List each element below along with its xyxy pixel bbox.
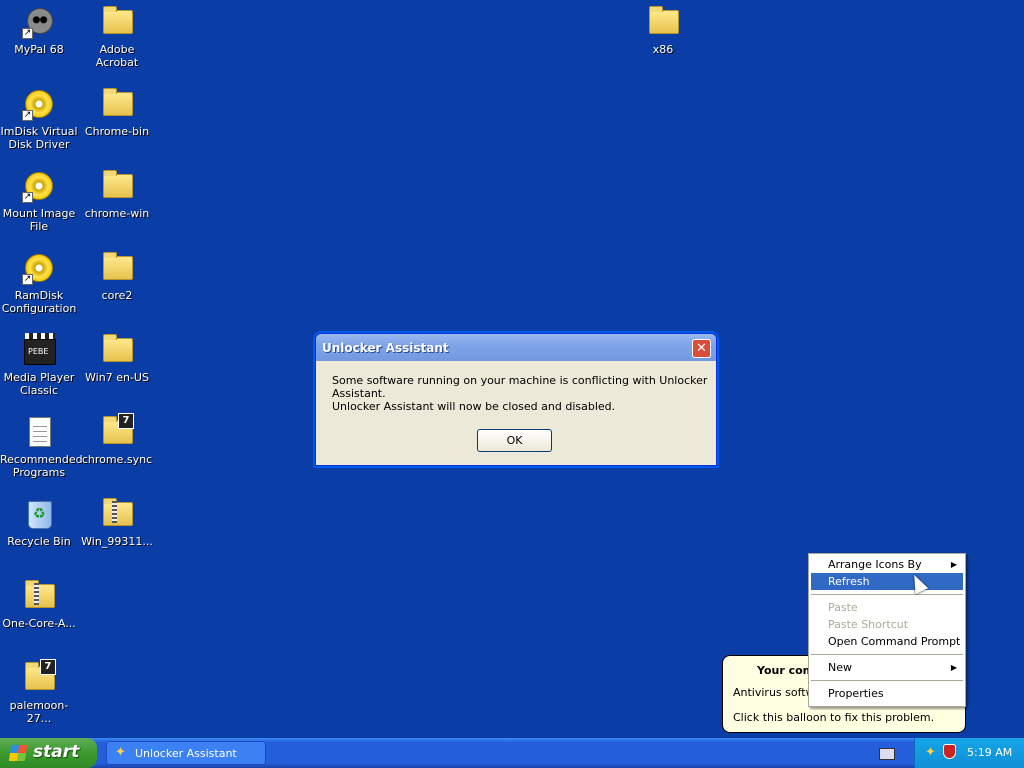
document-icon [22,415,56,449]
desktop-icon-label: MyPal 68 [14,43,64,56]
menu-item-paste-shortcut: Paste Shortcut [811,616,963,633]
menu-item-paste: Paste [811,599,963,616]
desktop-icon-label: Mount Image File [2,207,76,233]
desktop-icon-ramdisk[interactable]: ↗ RamDisk Configuration [0,249,78,315]
system-tray: ✦ 5:19 AM [914,738,1024,768]
menu-item-label: Paste [828,601,858,614]
raccoon-icon: ↗ [22,5,56,39]
desktop-icon-one-core[interactable]: One-Core-A... [0,577,78,630]
desktop-icon-label: Recommended Programs [0,453,83,479]
desktop-icon-label: Media Player Classic [3,371,75,397]
desktop-icon-label: chrome.sync [81,453,153,466]
desktop-icon-label: Win7 en-US [85,371,149,384]
desktop-icon-label: Adobe Acrobat [95,43,139,69]
desktop-icon-chrome-sync[interactable]: 7 chrome.sync [78,413,156,466]
desktop-icon-label: core2 [101,289,133,302]
desktop-icon-core2[interactable]: core2 [78,249,156,302]
taskbar-button-unlocker-assistant[interactable]: ✦ Unlocker Assistant [106,741,266,765]
desktop-icon-chrome-bin[interactable]: Chrome-bin [78,85,156,138]
dialog-titlebar[interactable]: Unlocker Assistant ✕ [316,334,716,361]
taskbar-button-label: Unlocker Assistant [135,747,237,760]
folder-icon [100,87,134,121]
desktop-icon-recycle-bin[interactable]: Recycle Bin [0,495,78,548]
folder-icon [100,169,134,203]
balloon-text-fix: Click this balloon to fix this problem. [733,711,935,724]
close-icon[interactable]: ✕ [692,339,711,358]
menu-item-label: Open Command Prompt [828,635,961,648]
menu-item-label: Paste Shortcut [828,618,909,631]
desktop-icon-label: One-Core-A... [2,617,76,630]
desktop-icon-label: Win_99311... [81,535,153,548]
desktop[interactable]: ↗ MyPal 68 Adobe Acrobat x86 ↗ ImDisk Vi… [0,0,1024,738]
desktop-icon-label: x86 [652,43,674,56]
desktop-icon-label: ImDisk Virtual Disk Driver [0,125,78,151]
menu-item-refresh[interactable]: Refresh [811,573,963,590]
desktop-icon-x86[interactable]: x86 [624,3,702,56]
submenu-arrow-icon: ▶ [950,663,957,672]
submenu-arrow-icon: ▶ [950,560,957,569]
start-button[interactable]: start [0,738,97,768]
wand-icon: ✦ [115,745,126,760]
desktop-icon-label: Chrome-bin [84,125,150,138]
menu-item-arrange-icons-by[interactable]: Arrange Icons By ▶ [811,556,963,573]
shortcut-arrow-icon: ↗ [22,192,33,203]
menu-separator [811,594,963,595]
menu-item-properties[interactable]: Properties [811,685,963,702]
desktop-icon-mypal[interactable]: ↗ MyPal 68 [0,3,78,56]
menu-item-label: Arrange Icons By [828,558,922,571]
desktop-icon-chrome-win[interactable]: chrome-win [78,167,156,220]
menu-item-open-command-prompt[interactable]: Open Command Prompt [811,633,963,650]
wand-icon[interactable]: ✦ [925,745,936,760]
clapperboard-icon: PEBE [22,333,56,367]
clock[interactable]: 5:19 AM [967,746,1012,759]
start-label: start [33,742,80,762]
7zip-archive-icon: 7 [22,659,56,695]
desktop-icon-recommended-programs[interactable]: Recommended Programs [0,413,83,479]
dialog-message-closed: Unlocker Assistant will now be closed an… [332,400,616,413]
7zip-archive-icon: 7 [100,413,134,449]
shortcut-arrow-icon: ↗ [22,110,33,121]
menu-item-label: Refresh [828,575,870,588]
dialog-title: Unlocker Assistant [322,341,449,355]
menu-item-new[interactable]: New ▶ [811,659,963,676]
ok-button[interactable]: OK [477,429,552,452]
menu-separator [811,680,963,681]
disc-icon: ↗ [22,251,56,285]
desktop-icon-imdisk[interactable]: ↗ ImDisk Virtual Disk Driver [0,85,78,151]
desktop-icon-win-99311[interactable]: Win_99311... [78,495,156,548]
taskbar: start ✦ Unlocker Assistant ✦ 5:19 AM [0,738,1024,768]
desktop-context-menu: Arrange Icons By ▶ Refresh Paste Paste S… [808,553,966,707]
zip-folder-icon [22,579,56,613]
desktop-icon-media-player-classic[interactable]: PEBE Media Player Classic [0,331,78,397]
menu-separator [811,654,963,655]
shield-icon[interactable] [943,744,956,759]
folder-icon [100,5,134,39]
recycle-bin-icon [22,497,56,531]
zip-folder-icon [100,497,134,531]
desktop-icon-label: palemoon-27... [9,699,69,725]
desktop-icon-win7-en-us[interactable]: Win7 en-US [78,331,156,384]
disc-icon: ↗ [22,87,56,121]
desktop-icon-label: RamDisk Configuration [1,289,77,315]
folder-icon [100,251,134,285]
windows-flag-icon [8,745,28,761]
shortcut-arrow-icon: ↗ [22,274,33,285]
menu-item-label: Properties [828,687,884,700]
folder-icon [100,333,134,367]
keyboard-icon[interactable] [879,748,895,760]
desktop-icon-adobe-acrobat[interactable]: Adobe Acrobat [78,3,156,69]
desktop-icon-mount-image[interactable]: ↗ Mount Image File [0,167,78,233]
menu-item-label: New [828,661,852,674]
shortcut-arrow-icon: ↗ [22,28,33,39]
disc-icon: ↗ [22,169,56,203]
folder-icon [646,5,680,39]
desktop-icon-label: Recycle Bin [7,535,71,548]
desktop-icon-palemoon[interactable]: 7 palemoon-27... [0,659,78,725]
dialog-message-conflict: Some software running on your machine is… [332,374,708,400]
unlocker-assistant-dialog: Unlocker Assistant ✕ Some software runni… [315,333,717,466]
desktop-icon-label: chrome-win [84,207,150,220]
balloon-title: Your com [757,664,815,677]
